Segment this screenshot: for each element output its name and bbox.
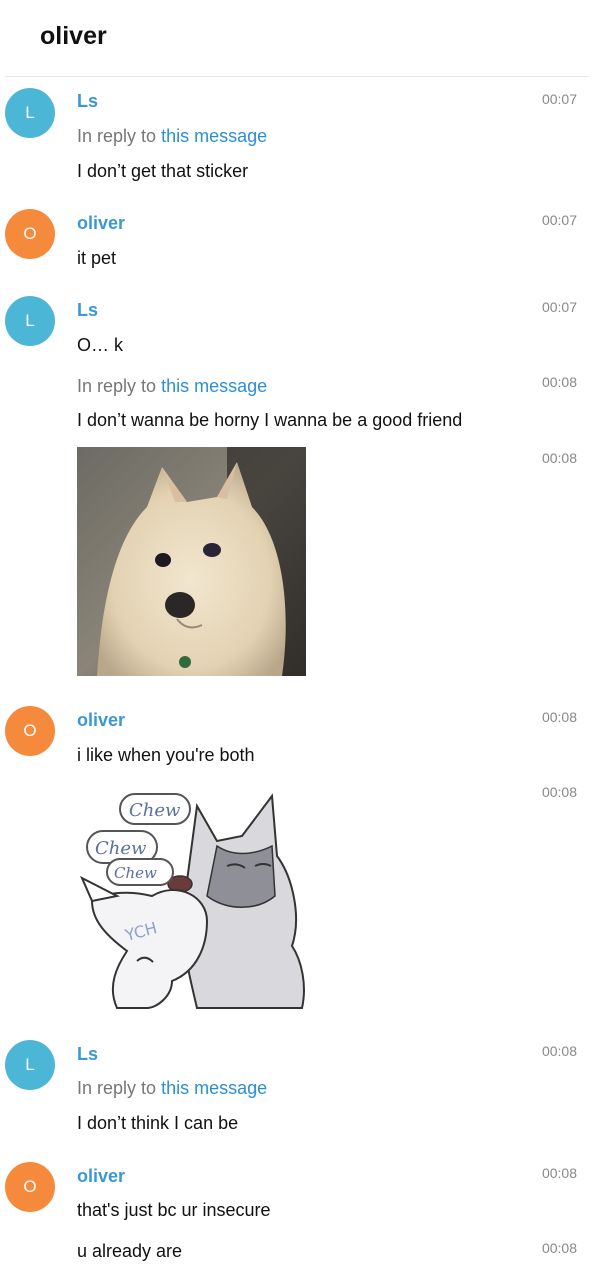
message-text: I don’t wanna be horny I wanna be a good… <box>77 410 463 430</box>
message-text: I don’t get that sticker <box>77 161 249 181</box>
avatar[interactable]: O <box>5 209 55 259</box>
message-text: O… k <box>77 335 124 355</box>
message-time: 00:07 <box>541 91 577 107</box>
message-time: 00:07 <box>541 212 577 228</box>
message-time: 00:08 <box>541 1043 577 1059</box>
avatar[interactable]: L <box>5 296 55 346</box>
message-text: that's just bc ur insecure <box>77 1200 271 1220</box>
avatar[interactable]: L <box>5 88 55 138</box>
reply-link[interactable]: this message <box>161 376 267 396</box>
message-text: I don’t think I can be <box>77 1113 239 1133</box>
message-time: 00:08 <box>541 450 577 466</box>
sender-name[interactable]: oliver <box>77 710 125 731</box>
chew-bubble-1: Chew <box>119 793 191 825</box>
sender-name[interactable]: oliver <box>77 213 125 234</box>
sender-name[interactable]: Ls <box>77 91 98 112</box>
reply-link[interactable]: this message <box>161 1078 267 1098</box>
reply-prefix: In reply to <box>77 1078 157 1098</box>
svg-text:Chew: Chew <box>95 838 147 859</box>
message-time: 00:08 <box>541 374 577 390</box>
message-text: u already are <box>77 1241 183 1261</box>
message-time: 00:08 <box>541 1165 577 1181</box>
sender-name[interactable]: Ls <box>77 300 98 321</box>
reply-link[interactable]: this message <box>161 126 267 146</box>
avatar[interactable]: O <box>5 1162 55 1212</box>
wolf-sticker[interactable]: YCH Chew Chew Chew <box>77 786 307 1014</box>
chat-title: oliver <box>40 22 107 50</box>
dog-image <box>77 447 306 676</box>
reply-prefix: In reply to <box>77 376 157 396</box>
message-text: it pet <box>77 248 117 268</box>
reply-indicator: In reply to this message <box>77 126 267 147</box>
sender-name[interactable]: oliver <box>77 1166 125 1187</box>
message-time: 00:08 <box>541 784 577 800</box>
dog-photo[interactable] <box>77 447 306 676</box>
message-time: 00:07 <box>541 299 577 315</box>
sticker-image: YCH Chew Chew Chew <box>79 793 305 1009</box>
reply-indicator: In reply to this message <box>77 376 267 397</box>
chew-bubble-3: Chew <box>106 858 174 886</box>
message-text: i like when you're both <box>77 745 255 765</box>
header-divider <box>5 76 589 77</box>
message-time: 00:08 <box>541 1240 577 1256</box>
chat-header: oliver <box>0 0 594 78</box>
message-time: 00:08 <box>541 709 577 725</box>
svg-text:Chew: Chew <box>129 800 181 821</box>
svg-text:Chew: Chew <box>114 864 157 882</box>
sender-name[interactable]: Ls <box>77 1044 98 1065</box>
reply-prefix: In reply to <box>77 126 157 146</box>
avatar[interactable]: L <box>5 1040 55 1090</box>
reply-indicator: In reply to this message <box>77 1078 267 1099</box>
avatar[interactable]: O <box>5 706 55 756</box>
